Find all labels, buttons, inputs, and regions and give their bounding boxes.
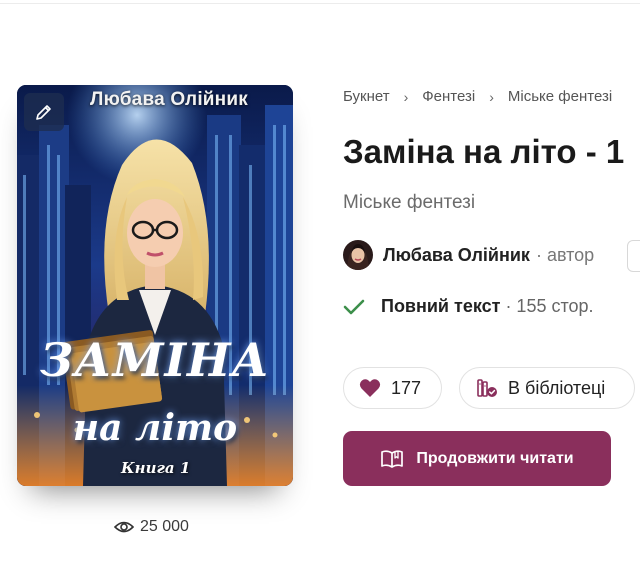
book-page: Любава Олійник ЗАМІНА на літо Книга 1 25… [0, 0, 640, 569]
like-count: 177 [391, 377, 422, 398]
continue-reading-label: Продовжити читати [416, 449, 574, 467]
book-cover[interactable]: Любава Олійник ЗАМІНА на літо Книга 1 [17, 85, 293, 486]
author-avatar[interactable] [343, 240, 373, 270]
heart-icon [359, 379, 381, 397]
cover-subtitle-text: на літо [72, 407, 238, 449]
header-divider [0, 3, 640, 4]
chevron-right-icon: › [403, 88, 409, 105]
avatar-image [343, 240, 373, 270]
views-counter: 25 000 [114, 518, 189, 536]
author-role: · автор [535, 244, 595, 265]
chevron-right-icon: › [489, 88, 494, 105]
breadcrumb: Букнет › Фентезі › Міське фентезі [343, 88, 612, 105]
breadcrumb-item-urban-fantasy[interactable]: Міське фентезі [508, 88, 612, 105]
library-button[interactable]: В бібліотеці [459, 367, 635, 409]
views-count: 25 000 [140, 518, 189, 535]
edit-cover-button[interactable] [24, 93, 64, 131]
book-genre[interactable]: Міське фентезі [343, 192, 475, 214]
cover-title-text: ЗАМІНА [39, 333, 270, 387]
breadcrumb-item-fantasy[interactable]: Фентезі [422, 88, 475, 105]
bookshelf-icon [477, 379, 497, 397]
cover-series-text: Книга 1 [121, 459, 191, 477]
follow-author-button[interactable] [627, 240, 640, 272]
author-name[interactable]: Любава Олійник [383, 245, 530, 266]
author-row: Любава Олійник · автор [343, 240, 594, 270]
like-button[interactable]: 177 [343, 367, 442, 409]
status-label: Повний текст [381, 296, 501, 316]
open-book-icon [381, 449, 404, 468]
check-icon [343, 299, 365, 314]
continue-reading-button[interactable]: Продовжити читати [343, 431, 611, 486]
status-row: Повний текст · 155 стор. [343, 296, 594, 317]
library-label: В бібліотеці [508, 377, 606, 398]
breadcrumb-item-home[interactable]: Букнет [343, 88, 390, 105]
book-title: Заміна на літо - 1 [343, 133, 625, 170]
page-count: · 155 стор. [505, 296, 594, 316]
eye-icon [114, 521, 134, 533]
pencil-icon [36, 105, 51, 120]
